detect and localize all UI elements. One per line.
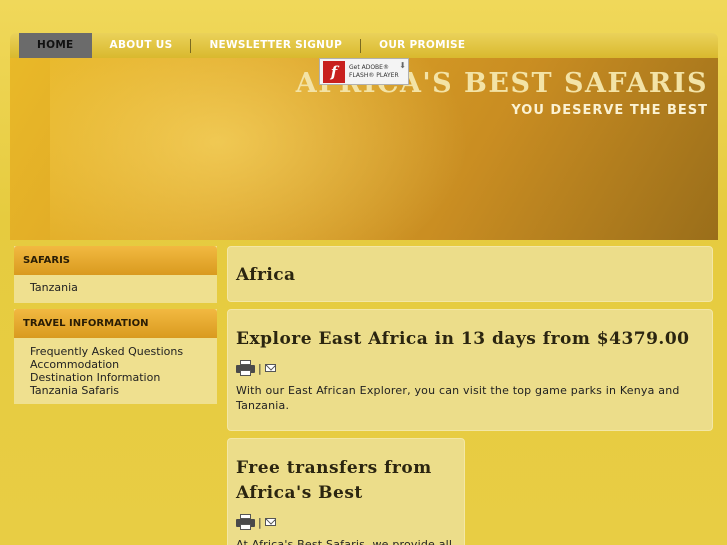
sidebar-travel-information: TRAVEL INFORMATION Frequently Asked Ques… (14, 309, 217, 404)
email-icon[interactable] (264, 364, 276, 372)
article-title[interactable]: Explore East Africa in 13 days from $437… (236, 327, 704, 352)
sidebar-travel-list: Frequently Asked Questions Accommodation… (14, 338, 217, 404)
header-banner: AFRICA'S BEST SAFARIS YOU DESERVE THE BE… (10, 58, 718, 240)
article-tools: | (236, 360, 704, 376)
download-arrow-icon: ⬇ (399, 61, 406, 70)
article-card: Free transfers from Africa's Best | At A… (227, 438, 465, 545)
sidebar-item-tanzania-safaris[interactable]: Tanzania Safaris (30, 384, 217, 397)
sidebar-safaris: SAFARIS Tanzania (14, 246, 217, 303)
article-tools: | (236, 514, 456, 530)
page-title: Africa (236, 265, 296, 285)
tools-separator: | (258, 515, 262, 529)
sidebar-safaris-list: Tanzania (14, 275, 217, 303)
top-navigation: HOME ABOUT US NEWSLETTER SIGNUP OUR PROM… (10, 33, 718, 58)
sidebar: SAFARIS Tanzania TRAVEL INFORMATION Freq… (14, 246, 217, 410)
print-icon[interactable] (236, 514, 255, 530)
article-title[interactable]: Free transfers from Africa's Best (236, 456, 456, 506)
tools-separator: | (258, 361, 262, 375)
site-tagline: YOU DESERVE THE BEST (511, 103, 708, 118)
flash-logo-icon: f (323, 60, 345, 83)
sidebar-item-tanzania[interactable]: Tanzania (30, 281, 217, 297)
sidebar-heading-safaris: SAFARIS (14, 246, 217, 275)
sidebar-item-accommodation[interactable]: Accommodation (30, 358, 217, 371)
article-text: With our East African Explorer, you can … (236, 384, 680, 412)
nav-newsletter-signup[interactable]: NEWSLETTER SIGNUP (191, 33, 360, 58)
page-title-box: Africa (227, 246, 713, 302)
nav-our-promise[interactable]: OUR PROMISE (361, 33, 483, 58)
article-text: At Africa's Best Safaris, we provide all (236, 538, 453, 545)
article-card: Explore East Africa in 13 days from $437… (227, 309, 713, 431)
get-flash-player-badge[interactable]: f Get ADOBE® FLASH® PLAYER ⬇ (319, 58, 409, 85)
flash-badge-line1: Get ADOBE® (349, 63, 389, 71)
print-icon[interactable] (236, 360, 255, 376)
sidebar-item-destination-information[interactable]: Destination Information (30, 371, 217, 384)
sidebar-heading-travel-information: TRAVEL INFORMATION (14, 309, 217, 338)
nav-about-us[interactable]: ABOUT US (92, 33, 191, 58)
sidebar-item-faq[interactable]: Frequently Asked Questions (30, 345, 217, 358)
email-icon[interactable] (264, 518, 276, 526)
flash-badge-line2: FLASH® PLAYER (349, 71, 399, 79)
flash-badge-text: Get ADOBE® FLASH® PLAYER (349, 64, 399, 80)
nav-home[interactable]: HOME (19, 33, 92, 58)
